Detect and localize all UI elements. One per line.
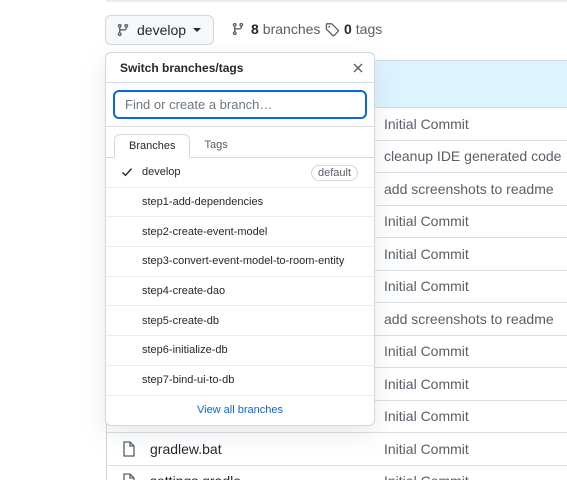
check-icon (122, 168, 133, 177)
tab-branches[interactable]: Branches (114, 134, 191, 158)
commit-message[interactable]: Initial Commit (384, 473, 469, 480)
dropdown-tabs: Branches Tags (106, 127, 374, 158)
branch-item-label: step2-create-event-model (142, 225, 268, 238)
table-row[interactable]: gradlew.bat Initial Commit (107, 433, 567, 466)
default-badge: default (310, 165, 358, 181)
commit-message[interactable]: add screenshots to readme (384, 181, 554, 197)
branch-item-step7-bind-ui-to-db[interactable]: step7-bind-ui-to-db (106, 366, 374, 396)
git-branch-icon (117, 23, 129, 37)
branch-select-label: develop (137, 22, 187, 38)
branch-item-label: step3-convert-event-model-to-room-entity (142, 255, 345, 268)
commit-message[interactable]: add screenshots to readme (384, 311, 554, 327)
branches-count: 8 (251, 21, 259, 37)
file-icon (123, 441, 135, 457)
file-name[interactable]: gradlew.bat (150, 441, 370, 457)
commit-message[interactable]: Initial Commit (384, 278, 469, 294)
branch-item-label: develop (142, 166, 181, 179)
file-icon (123, 473, 135, 480)
commit-message[interactable]: Initial Commit (384, 246, 469, 262)
tags-label: tags (355, 21, 383, 37)
file-name[interactable]: settings.gradle (150, 473, 370, 480)
branch-select-button[interactable]: develop (105, 15, 214, 45)
branch-item-label: step4-create-dao (142, 285, 226, 298)
commit-message[interactable]: Initial Commit (384, 376, 469, 392)
branch-item-label: step1-add-dependencies (142, 196, 264, 209)
tab-tags[interactable]: Tags (190, 133, 241, 157)
branch-item-step4-create-dao[interactable]: step4-create-dao (106, 277, 374, 307)
branch-item-label: step6-initialize-db (142, 344, 228, 357)
tags-link[interactable]: 0 tags (325, 21, 382, 37)
close-icon[interactable] (350, 60, 366, 76)
tags-count: 0 (344, 21, 352, 37)
branch-dropdown: Switch branches/tags Branches Tags devel… (105, 52, 375, 426)
filter-container (106, 83, 374, 127)
dropdown-header: Switch branches/tags (106, 53, 374, 83)
branch-item-step6-initialize-db[interactable]: step6-initialize-db (106, 336, 374, 366)
branch-item-develop[interactable]: develop default (106, 158, 374, 188)
commit-message[interactable]: Initial Commit (384, 408, 469, 424)
commit-message[interactable]: Initial Commit (384, 213, 469, 229)
branch-item-label: step7-bind-ui-to-db (142, 374, 235, 387)
commit-message[interactable]: Initial Commit (384, 116, 469, 132)
branch-item-step3-convert-event-model-to-room-entity[interactable]: step3-convert-event-model-to-room-entity (106, 247, 374, 277)
top-divider (106, 0, 567, 2)
branch-filter-input[interactable] (113, 90, 367, 119)
branches-label: branches (262, 21, 321, 37)
commit-message[interactable]: Initial Commit (384, 343, 469, 359)
commit-message[interactable]: Initial Commit (384, 441, 469, 457)
branch-item-step1-add-dependencies[interactable]: step1-add-dependencies (106, 188, 374, 218)
git-branch-icon (232, 22, 244, 36)
tag-icon (325, 22, 340, 36)
branch-item-step5-create-db[interactable]: step5-create-db (106, 306, 374, 337)
branch-item-label: step5-create-db (142, 314, 220, 327)
branches-link[interactable]: 8 branches (231, 21, 320, 37)
table-row[interactable]: settings.gradle Initial Commit (107, 466, 567, 480)
dropdown-title: Switch branches/tags (120, 60, 244, 75)
chevron-down-icon (193, 28, 202, 32)
view-all-branches-link[interactable]: View all branches (106, 396, 374, 424)
commit-message[interactable]: cleanup IDE generated code (384, 148, 561, 164)
branch-item-step2-create-event-model[interactable]: step2-create-event-model (106, 217, 374, 248)
